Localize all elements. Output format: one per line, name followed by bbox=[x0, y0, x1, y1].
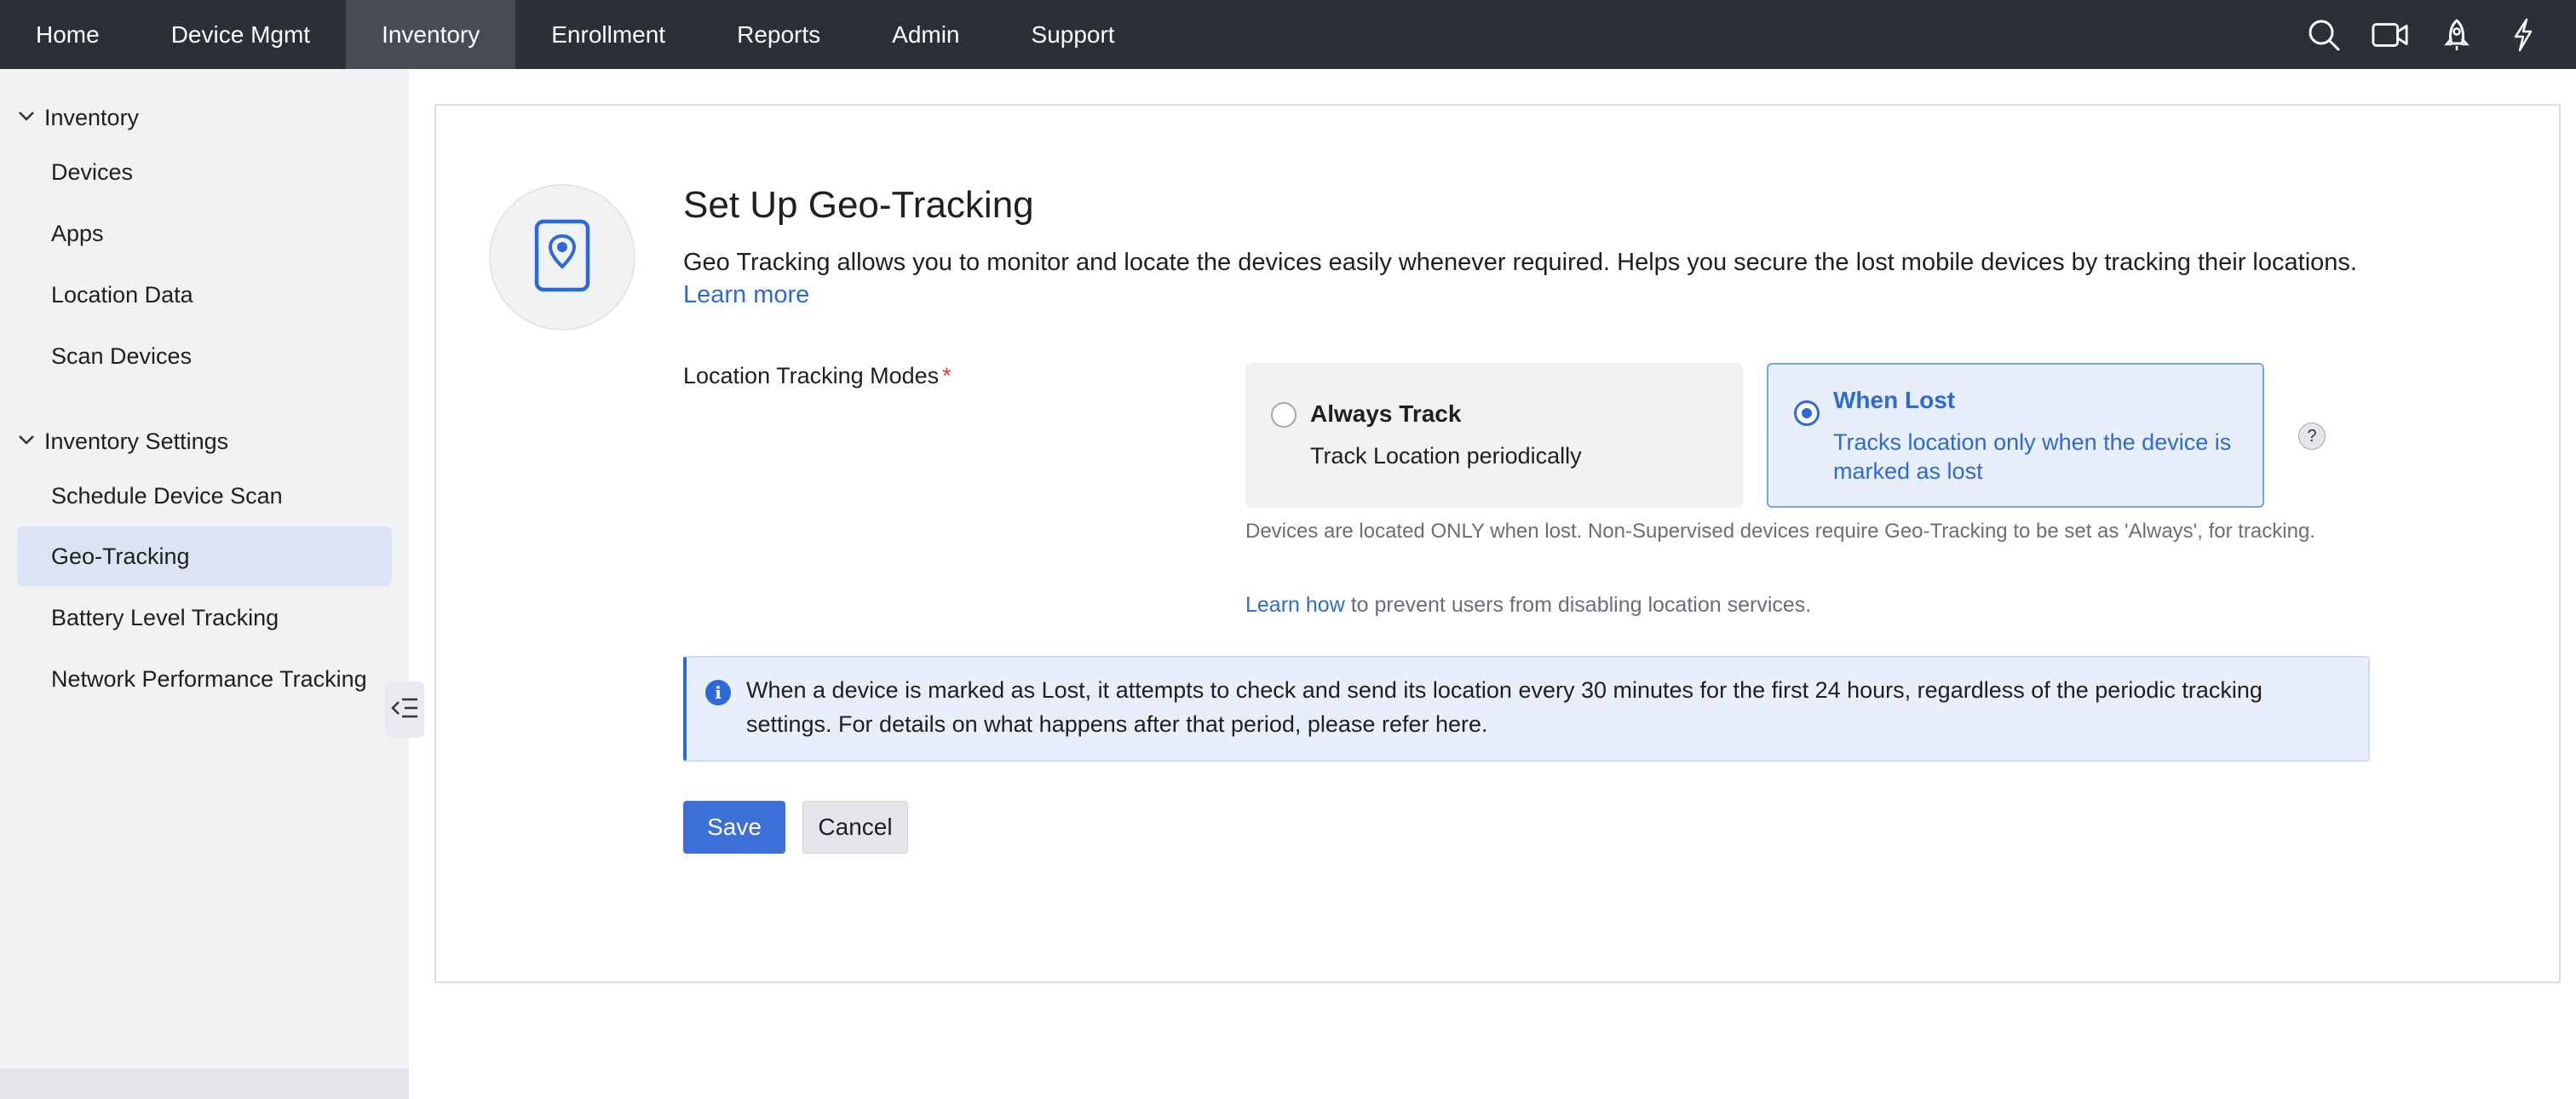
learn-how-link[interactable]: Learn how bbox=[1245, 593, 1345, 617]
hero-icon-container bbox=[489, 184, 635, 331]
learn-more-link[interactable]: Learn more bbox=[683, 281, 809, 309]
page-description: Geo Tracking allows you to monitor and l… bbox=[683, 249, 2357, 276]
nav-icon-group bbox=[2305, 0, 2542, 69]
sidebar-group-inventory[interactable]: Inventory bbox=[17, 105, 139, 131]
always-track-subtitle: Track Location periodically bbox=[1310, 443, 1582, 469]
always-track-radio[interactable] bbox=[1271, 402, 1297, 428]
sidebar-group-inventory-settings[interactable]: Inventory Settings bbox=[17, 429, 228, 455]
sidebar-item-apps[interactable]: Apps bbox=[17, 204, 392, 263]
sidebar-group-label: Inventory Settings bbox=[44, 429, 229, 454]
info-icon: i bbox=[705, 680, 731, 705]
sidebar-item-devices[interactable]: Devices bbox=[17, 142, 392, 202]
help-icon[interactable]: ? bbox=[2298, 423, 2326, 450]
when-lost-subtitle: Tracks location only when the device is … bbox=[1833, 429, 2232, 484]
when-lost-radio[interactable] bbox=[1794, 400, 1820, 426]
sidebar-item-scan-devices[interactable]: Scan Devices bbox=[17, 326, 392, 386]
sidebar-group-label: Inventory bbox=[44, 105, 140, 130]
prevent-disable-note: Learn how to prevent users from disablin… bbox=[1245, 593, 1811, 618]
info-banner-text: When a device is marked as Lost, it atte… bbox=[746, 677, 2263, 737]
collapse-menu-icon bbox=[390, 695, 419, 725]
when-lost-title: When Lost bbox=[1833, 387, 1956, 413]
rocket-icon[interactable] bbox=[2438, 16, 2475, 54]
info-banner: i When a device is marked as Lost, it at… bbox=[683, 656, 2370, 762]
sidebar-item-geo-tracking[interactable]: Geo-Tracking bbox=[17, 526, 392, 586]
learn-how-suffix: to prevent users from disabling location… bbox=[1344, 593, 1812, 617]
nav-reports[interactable]: Reports bbox=[701, 0, 856, 69]
nav-enrollment[interactable]: Enrollment bbox=[515, 0, 701, 69]
video-icon[interactable] bbox=[2372, 16, 2409, 54]
chevron-down-icon bbox=[17, 105, 36, 131]
sidebar-collapse-button[interactable] bbox=[385, 682, 424, 738]
nav-support[interactable]: Support bbox=[996, 0, 1151, 69]
sidebar-footer bbox=[0, 1068, 409, 1099]
nav-inventory[interactable]: Inventory bbox=[346, 0, 516, 69]
mode-label-text: Location Tracking Modes bbox=[683, 363, 940, 388]
chevron-down-icon bbox=[17, 429, 36, 455]
required-mark: * bbox=[942, 363, 952, 388]
option-always-track[interactable]: Always Track Track Location periodically bbox=[1245, 363, 1743, 508]
nav-home[interactable]: Home bbox=[0, 0, 135, 69]
sidebar-item-location-data[interactable]: Location Data bbox=[17, 265, 392, 325]
page-title: Set Up Geo-Tracking bbox=[683, 184, 1034, 226]
tracking-note: Devices are located ONLY when lost. Non-… bbox=[1245, 520, 2315, 543]
lightning-icon[interactable] bbox=[2504, 16, 2542, 54]
location-device-icon bbox=[532, 217, 592, 298]
search-icon[interactable] bbox=[2305, 16, 2343, 54]
sidebar-item-battery-level-tracking[interactable]: Battery Level Tracking bbox=[17, 588, 392, 647]
sidebar-item-network-performance-tracking[interactable]: Network Performance Tracking bbox=[17, 649, 392, 709]
nav-admin[interactable]: Admin bbox=[856, 0, 995, 69]
geo-tracking-card: Set Up Geo-Tracking Geo Tracking allows … bbox=[434, 104, 2561, 983]
sidebar-item-schedule-device-scan[interactable]: Schedule Device Scan bbox=[17, 466, 392, 526]
location-tracking-modes-label: Location Tracking Modes * bbox=[683, 363, 952, 389]
top-navigation: Home Device Mgmt Inventory Enrollment Re… bbox=[0, 0, 2576, 69]
option-when-lost[interactable]: When Lost Tracks location only when the … bbox=[1767, 363, 2264, 508]
sidebar: Inventory Devices Apps Location Data Sca… bbox=[0, 69, 409, 1099]
nav-device-mgmt[interactable]: Device Mgmt bbox=[135, 0, 346, 69]
cancel-button[interactable]: Cancel bbox=[802, 801, 908, 854]
save-button[interactable]: Save bbox=[683, 801, 785, 854]
always-track-title: Always Track bbox=[1310, 400, 1462, 427]
